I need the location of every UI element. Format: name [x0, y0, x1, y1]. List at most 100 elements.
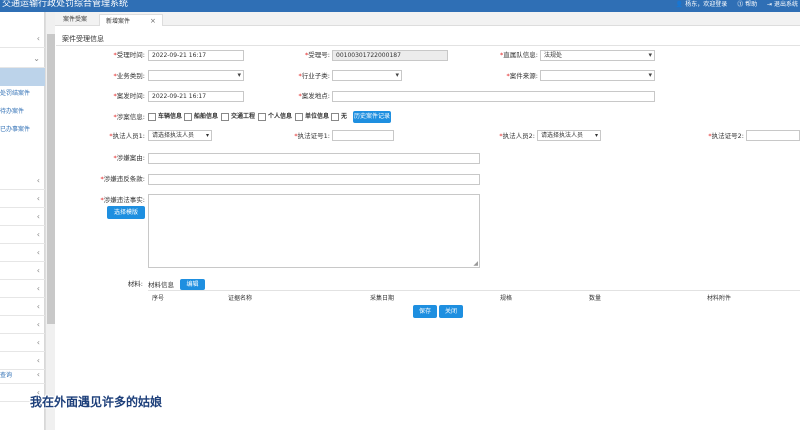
officer1-value: 请选择执法人员 — [152, 132, 195, 139]
cert2-input[interactable] — [746, 130, 800, 141]
user-greeting[interactable]: 👤 杨东，欢迎登录 — [676, 1, 727, 8]
save-button[interactable]: 保存 — [413, 305, 437, 318]
accept-no-label: *受理号: — [305, 51, 330, 59]
materials-divider — [148, 290, 800, 291]
sidebar-menu-item[interactable]: ‹ — [0, 280, 45, 298]
industry-select[interactable] — [332, 70, 402, 81]
sidebar-menu-item[interactable]: ‹ — [0, 226, 45, 244]
sidebar-link-2[interactable]: 待办案件 — [0, 106, 44, 115]
sidebar-link-3[interactable]: 已办事案件 — [0, 124, 44, 133]
ship-checkbox[interactable] — [184, 113, 192, 121]
sidebar: ‹ ⌄ 处罚结案件 待办案件 已办事案件 ‹ ‹ ‹ ‹ ‹ ‹ ‹ ‹ ‹ ‹… — [0, 12, 45, 430]
accept-time-input[interactable]: 2022-09-21 16:17 — [148, 50, 244, 61]
caret-down-icon: ▾ — [594, 132, 598, 139]
accept-no-input: 00100301722000187 — [332, 50, 448, 61]
resize-grip-icon[interactable]: ◢ — [473, 260, 478, 267]
col-header-quantity: 数量 — [589, 295, 602, 302]
vehicle-checkbox[interactable] — [148, 113, 156, 121]
sidebar-scrollbar[interactable] — [45, 12, 55, 430]
materials-label: 材料: — [127, 280, 143, 288]
cert1-input[interactable] — [332, 130, 394, 141]
tab-bar: 案件受案 新增案件 × — [55, 12, 800, 26]
logout-link[interactable]: ⇥ 退出系统 — [767, 1, 798, 8]
officer1-select[interactable]: 请选择执法人员 ▾ — [148, 130, 212, 141]
ship-option-label: 船舶信息 — [194, 113, 219, 120]
close-icon[interactable]: × — [150, 17, 156, 25]
traffic-project-checkbox[interactable] — [221, 113, 229, 121]
sidebar-menu-item[interactable]: ‹ — [0, 334, 45, 352]
select-template-button[interactable]: 选择模版 — [107, 206, 145, 219]
tab-case-accept[interactable]: 案件受案 — [57, 14, 93, 26]
biz-type-select[interactable] — [148, 70, 244, 81]
app-title: 交通运输行政处罚综合管理系统 — [2, 0, 129, 9]
panel-header: 案件受理信息 — [56, 32, 800, 46]
sidebar-menu-item[interactable]: ‹ — [0, 30, 45, 48]
case-place-input[interactable] — [332, 91, 655, 102]
biz-type-label: *业务类别: — [113, 72, 145, 80]
tab-new-case[interactable]: 新增案件 × — [99, 14, 163, 26]
chevron-left-icon: ‹ — [36, 370, 40, 379]
col-header-spec: 规格 — [500, 295, 513, 302]
chevron-left-icon: ‹ — [36, 176, 40, 185]
person-checkbox[interactable] — [258, 113, 266, 121]
user-name: 杨东，欢迎登录 — [685, 1, 728, 8]
sidebar-menu-item[interactable]: ‹ — [0, 190, 45, 208]
case-place-label: *案发地点: — [298, 92, 330, 100]
chevron-left-icon: ‹ — [36, 284, 40, 293]
facts-textarea[interactable]: ◢ — [148, 194, 480, 268]
team-label: *直属队信息: — [500, 51, 538, 59]
unit-option-label: 单位信息 — [305, 113, 330, 120]
chevron-left-icon: ‹ — [36, 34, 40, 43]
none-checkbox[interactable] — [331, 113, 339, 121]
sidebar-menu-item[interactable]: ‹ — [0, 244, 45, 262]
top-bar-actions: 👤 杨东，欢迎登录 ⓵ 帮助 ⇥ 退出系统 — [668, 0, 798, 10]
cert1-label: *执法证号1: — [294, 132, 330, 140]
cause-label: *涉嫌案由: — [113, 154, 145, 162]
unit-checkbox[interactable] — [295, 113, 303, 121]
chevron-down-icon: ⌄ — [33, 54, 40, 63]
case-time-label: *案发时间: — [113, 92, 145, 100]
sidebar-menu-item[interactable]: ⌄ — [0, 50, 45, 68]
case-time-input[interactable]: 2022-09-21 16:17 — [148, 91, 244, 102]
scrollbar-thumb[interactable] — [47, 34, 55, 324]
chevron-left-icon: ‹ — [36, 194, 40, 203]
logout-label: 退出系统 — [773, 1, 798, 8]
source-select[interactable] — [540, 70, 655, 81]
sidebar-menu-item[interactable]: 查询 ‹ — [0, 366, 45, 384]
sidebar-menu-item[interactable]: ‹ — [0, 172, 45, 190]
chevron-left-icon: ‹ — [36, 320, 40, 329]
officer2-select[interactable]: 请选择执法人员 ▾ — [537, 130, 601, 141]
article-label: *涉嫌违反条款: — [100, 175, 145, 183]
article-input[interactable] — [148, 174, 480, 185]
chevron-left-icon: ‹ — [36, 302, 40, 311]
tab-label: 新增案件 — [106, 18, 131, 25]
chevron-left-icon: ‹ — [36, 230, 40, 239]
person-option-label: 个人信息 — [268, 113, 293, 120]
industry-label: *行业子类: — [298, 72, 330, 80]
panel-title: 案件受理信息 — [62, 35, 104, 43]
tab-label: 案件受案 — [63, 16, 88, 23]
traffic-project-option-label: 交通工程 — [231, 113, 256, 120]
col-header-evidence-name: 证据名称 — [228, 295, 253, 302]
sidebar-item-active[interactable] — [0, 68, 45, 86]
caret-down-icon: ▾ — [205, 132, 209, 139]
top-bar: 交通运输行政处罚综合管理系统 👤 杨东，欢迎登录 ⓵ 帮助 ⇥ 退出系统 — [0, 0, 800, 12]
help-label: 帮助 — [745, 1, 758, 8]
edit-materials-button[interactable]: 编辑 — [180, 279, 205, 290]
help-link[interactable]: ⓵ 帮助 — [737, 1, 757, 8]
facts-label: *涉嫌违法事实: — [100, 196, 145, 204]
chevron-left-icon: ‹ — [36, 356, 40, 365]
officer1-label: *执法人员1: — [109, 132, 145, 140]
sidebar-menu-item[interactable]: ‹ — [0, 208, 45, 226]
sidebar-menu-item[interactable]: ‹ — [0, 262, 45, 280]
sidebar-link-1[interactable]: 处罚结案件 — [0, 88, 44, 97]
col-header-collect-date: 采集日期 — [370, 295, 395, 302]
sidebar-menu-item[interactable]: ‹ — [0, 298, 45, 316]
chevron-left-icon: ‹ — [36, 266, 40, 275]
team-select[interactable]: 法规处 — [540, 50, 655, 61]
cause-input[interactable] — [148, 153, 480, 164]
history-case-button[interactable]: 历史案件记录 — [353, 111, 391, 123]
close-button[interactable]: 关闭 — [439, 305, 463, 318]
col-header-attachment: 材料附件 — [707, 295, 732, 302]
sidebar-menu-item[interactable]: ‹ — [0, 316, 45, 334]
